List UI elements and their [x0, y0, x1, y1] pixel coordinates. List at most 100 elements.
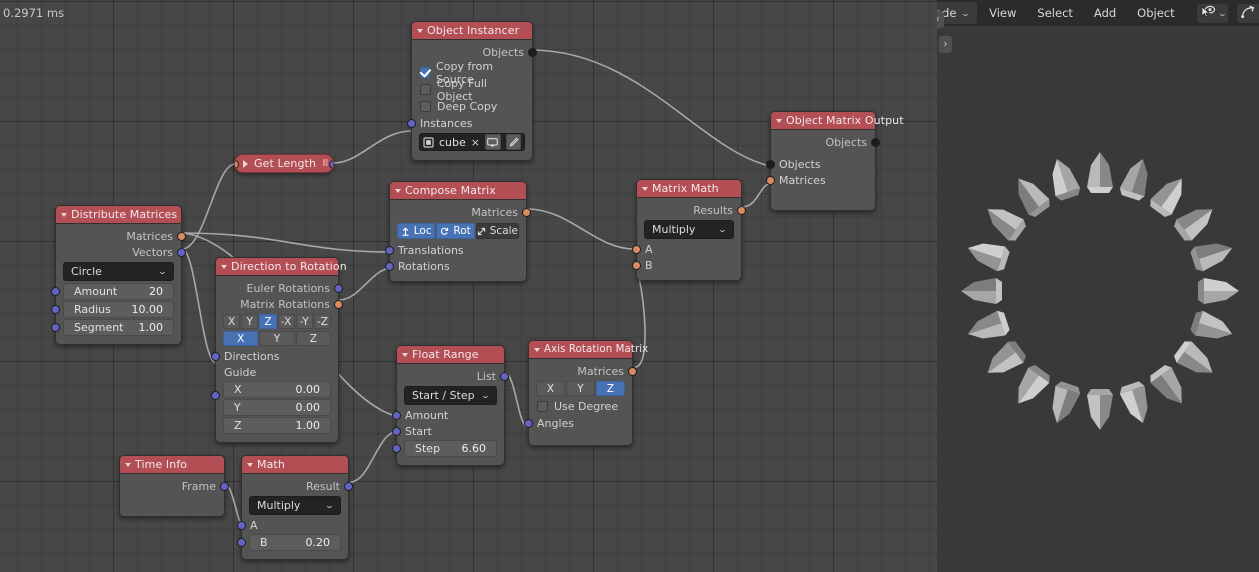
axis2-option-z[interactable]: Z	[295, 331, 331, 346]
axis2-option-x[interactable]: X	[223, 331, 259, 346]
node-header[interactable]: Object Instancer	[412, 22, 532, 40]
input-socket-row[interactable]: Translations	[385, 242, 526, 258]
node-editor[interactable]: 0.2971 ms Object Instancer Objects Copy …	[0, 0, 937, 572]
input-socket-row[interactable]: Amount	[392, 407, 504, 423]
input-socket-row[interactable]: Objects	[766, 156, 875, 172]
node-object-matrix-output[interactable]: Object Matrix Output Objects Objects Mat…	[766, 111, 904, 211]
node-header[interactable]: Get Length II	[235, 155, 333, 172]
axis-option-y[interactable]: Y	[566, 381, 595, 396]
input-socket-row[interactable]: A	[632, 241, 741, 257]
socket-objects-output[interactable]	[871, 138, 880, 147]
node-header[interactable]: Distribute Matrices	[56, 206, 181, 224]
collapse-triangle-icon[interactable]	[125, 462, 131, 467]
node-distribute-matrices[interactable]: Distribute Matrices Matrices Vectors Cir…	[51, 205, 186, 345]
socket-segment-input[interactable]	[51, 323, 60, 332]
collapse-triangle-icon[interactable]	[534, 347, 540, 352]
toggle-scale[interactable]: Scale	[475, 223, 519, 239]
node-time-info[interactable]: Time Info Frame	[119, 455, 229, 517]
axis-option-y[interactable]: Y	[241, 314, 259, 329]
field-step[interactable]: Step 6.60	[392, 440, 497, 457]
expand-triangle-icon[interactable]	[243, 159, 248, 168]
socket-euler-rotations-output[interactable]	[334, 284, 343, 293]
eyedropper-icon[interactable]	[505, 134, 521, 150]
field-amount[interactable]: Amount 20	[51, 283, 174, 300]
clear-object-icon[interactable]: ×	[471, 136, 480, 149]
collapse-triangle-icon[interactable]	[395, 188, 401, 193]
output-socket-row[interactable]: Frame	[120, 478, 229, 494]
collapse-triangle-icon[interactable]	[221, 264, 227, 269]
input-socket-row[interactable]: Matrices	[766, 172, 875, 188]
socket-guide-input[interactable]	[211, 391, 220, 400]
input-socket-row[interactable]: A	[237, 517, 348, 533]
checkbox-box[interactable]	[420, 101, 431, 112]
field-value[interactable]: 1.00	[296, 419, 321, 432]
checkbox-box[interactable]	[420, 67, 431, 78]
distribution-mode-dropdown[interactable]: Circle ⌄	[63, 262, 174, 281]
socket-a-input[interactable]	[632, 245, 641, 254]
output-socket-row[interactable]: Matrices	[529, 363, 637, 379]
field-value[interactable]: 10.00	[132, 303, 164, 316]
output-socket-row[interactable]: List	[397, 368, 509, 384]
input-socket-row[interactable]: Instances	[407, 115, 532, 131]
checkbox-use-degree[interactable]: Use Degree	[529, 398, 632, 415]
socket-results-output[interactable]	[737, 206, 746, 215]
node-direction-to-rotation[interactable]: Direction to Rotation Euler Rotations Ma…	[211, 257, 347, 443]
node-matrix-math[interactable]: Matrix Math Results Multiply ⌄ A B	[632, 179, 746, 281]
output-socket-row[interactable]: Matrices	[56, 228, 186, 244]
socket-matrices-output[interactable]	[628, 367, 637, 376]
display-object-icon[interactable]	[485, 134, 501, 150]
output-socket-row[interactable]: Matrix Rotations	[216, 296, 343, 312]
input-socket-row[interactable]: Directions	[211, 348, 338, 364]
output-socket-row[interactable]: Matrices	[390, 204, 531, 220]
node-object-instancer[interactable]: Object Instancer Objects Copy from Sourc…	[407, 21, 537, 161]
axis-selector-primary[interactable]: X Y Z -X -Y -Z	[223, 314, 332, 329]
socket-start-input[interactable]	[392, 427, 401, 436]
axis-option-x[interactable]: X	[223, 314, 241, 329]
socket-b-input[interactable]	[237, 538, 246, 547]
axis-option-z[interactable]: Z	[596, 381, 625, 396]
input-socket-row[interactable]: Rotations	[385, 258, 526, 274]
axis2-option-y[interactable]: Y	[259, 331, 295, 346]
field-b[interactable]: B 0.20	[237, 534, 341, 551]
field-value[interactable]: 0.00	[296, 401, 321, 414]
field-value[interactable]: 1.00	[139, 321, 164, 334]
output-socket-row[interactable]: Objects	[771, 134, 880, 150]
axis-option-x[interactable]: X	[536, 381, 565, 396]
socket-list-output[interactable]	[500, 372, 509, 381]
field-segment[interactable]: Segment 1.00	[51, 319, 174, 336]
node-math[interactable]: Math Result Multiply ⌄ A B 0.20	[237, 455, 353, 560]
node-header[interactable]: Object Matrix Output	[771, 112, 904, 130]
checkbox-box[interactable]	[537, 401, 548, 412]
node-header[interactable]: Compose Matrix	[390, 182, 526, 200]
axis-selector[interactable]: X Y Z	[536, 381, 625, 396]
field-value[interactable]: 20	[149, 285, 163, 298]
checkbox-copy-full-object[interactable]: Copy Full Object	[412, 77, 532, 103]
socket-matrices-input[interactable]	[766, 176, 775, 185]
collapse-triangle-icon[interactable]	[402, 352, 408, 357]
socket-matrix-rotations-output[interactable]	[334, 300, 343, 309]
node-mute-badge[interactable]: II	[322, 158, 329, 169]
toggle-rot[interactable]: Rot	[436, 223, 475, 239]
checkbox-box[interactable]	[420, 84, 431, 95]
input-socket-row[interactable]: B	[632, 257, 741, 273]
output-socket-row[interactable]: Euler Rotations	[216, 280, 343, 296]
socket-frame-output[interactable]	[220, 482, 229, 491]
socket-matrices-output[interactable]	[177, 232, 186, 241]
operation-dropdown[interactable]: Multiply ⌄	[644, 220, 734, 239]
field-guide-y[interactable]: Y 0.00	[223, 399, 331, 416]
node-float-range[interactable]: Float Range List Start / Step ⌄ Amount S	[392, 345, 509, 466]
socket-objects-input[interactable]	[766, 160, 775, 169]
operation-dropdown[interactable]: Multiply ⌄	[249, 496, 341, 515]
viewport-3d[interactable]: ode ⌄ View Select Add Object ⌄ ⌄	[937, 0, 1259, 572]
node-compose-matrix[interactable]: Compose Matrix Matrices Loc Rot Scale Tr…	[385, 181, 531, 282]
socket-translations-input[interactable]	[385, 246, 394, 255]
socket-step-input[interactable]	[392, 444, 401, 453]
field-value[interactable]: 0.00	[296, 383, 321, 396]
output-socket-row[interactable]: Result	[242, 478, 353, 494]
field-value[interactable]: 6.60	[462, 442, 487, 455]
node-header[interactable]: Float Range	[397, 346, 504, 364]
socket-b-input[interactable]	[632, 261, 641, 270]
socket-result-output[interactable]	[344, 482, 353, 491]
node-header[interactable]: Math	[242, 456, 348, 474]
output-socket-row[interactable]: Vectors	[56, 244, 186, 260]
